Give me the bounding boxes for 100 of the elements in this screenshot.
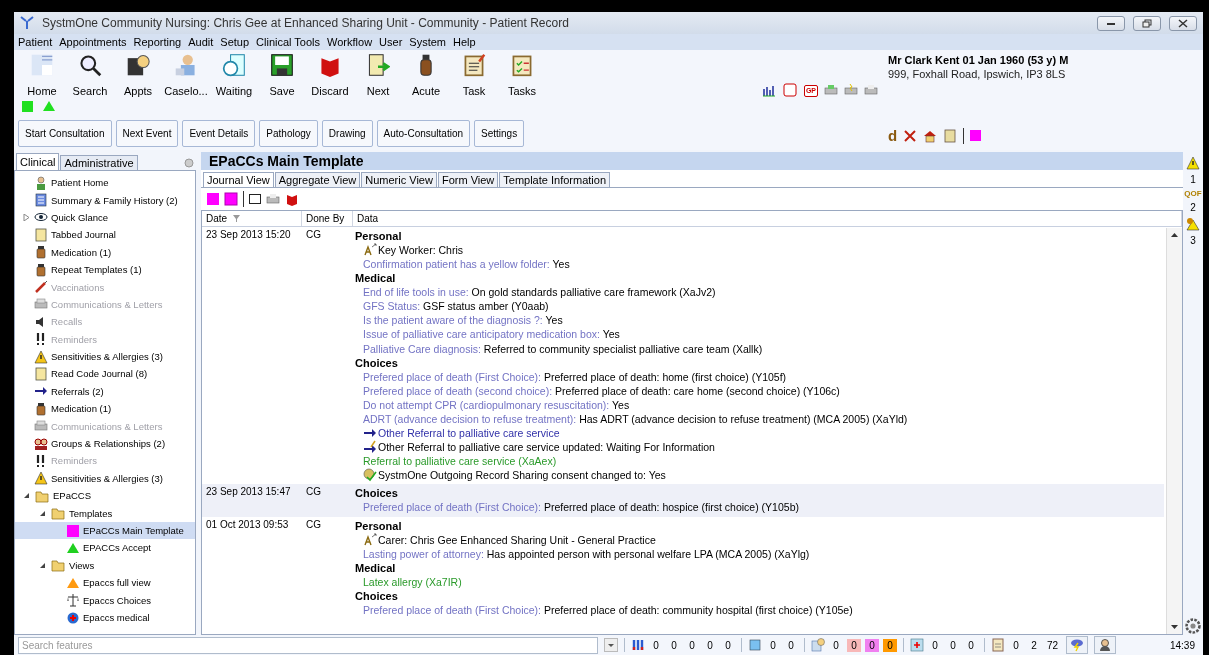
collapse-arrow-icon[interactable] [22, 492, 30, 500]
operator-button[interactable] [1094, 636, 1117, 654]
toolbar-button[interactable]: Caselo... [162, 53, 210, 97]
menu-item[interactable]: Reporting [133, 36, 182, 48]
close-button[interactable] [1169, 15, 1197, 31]
tree-item[interactable]: Medication (1) [15, 243, 195, 261]
filter-icon[interactable] [233, 215, 241, 222]
book-icon[interactable] [285, 192, 299, 206]
section-heading: Choices [355, 355, 399, 370]
tree-item[interactable]: EPaCCs Main Template [15, 521, 195, 540]
clipboard-icon[interactable] [781, 83, 798, 97]
view-tab[interactable]: Form View [437, 172, 499, 187]
tree-item[interactable]: Quick Glance [15, 208, 195, 227]
sidebar-tab[interactable]: Clinical [16, 153, 60, 170]
tree-item[interactable]: EPaCCS [15, 487, 195, 505]
clipboard-pencil-icon [462, 53, 486, 77]
action-button[interactable]: Event Details [182, 120, 256, 147]
column-header[interactable]: Data [353, 211, 1182, 226]
restore-button[interactable] [1133, 15, 1161, 31]
journal-entry-text: Prefered place of death (second choice): Preferred place of death: care home (second choice) (Y106c) [362, 383, 841, 398]
printer-icon [34, 419, 48, 434]
printer-icon[interactable] [266, 192, 280, 206]
action-button[interactable]: Next Event [115, 120, 179, 147]
counter: 0 [931, 638, 939, 652]
menu-item[interactable]: Audit [188, 36, 214, 48]
tree-item[interactable]: Epaccs full view [15, 574, 195, 592]
crossed-tools-icon[interactable] [903, 128, 918, 143]
action-button[interactable]: Start Consultation [18, 120, 112, 147]
scroll-up-icon[interactable] [1171, 232, 1178, 237]
collapse-arrow-icon[interactable] [38, 561, 46, 569]
scanner-icon [748, 638, 762, 652]
tree-item[interactable]: Groups & Relationships (2) [15, 434, 195, 453]
menu-item[interactable]: Clinical Tools [256, 36, 321, 48]
scrollbar[interactable] [1166, 228, 1182, 634]
toolbar-button[interactable]: Task [450, 53, 498, 97]
sidebar-tab[interactable]: Administrative [60, 155, 138, 170]
tree-item[interactable]: Referrals (2) [15, 382, 195, 401]
view-tab[interactable]: Numeric View [361, 172, 437, 187]
done-by-cell-text: CG [305, 229, 322, 240]
tree-item[interactable]: Read Code Journal (8) [15, 365, 195, 383]
view-tab[interactable]: Journal View [203, 172, 274, 187]
column-header[interactable]: Done By [302, 211, 353, 226]
counter: 0 [967, 638, 975, 652]
toolbar-button[interactable]: Appts [114, 53, 162, 97]
expand-arrow-icon[interactable] [22, 213, 30, 221]
tree-item[interactable]: Repeat Templates (1) [15, 260, 195, 279]
tree-item[interactable]: Tabbed Journal [15, 226, 195, 244]
toolbar-button[interactable]: Discard [306, 53, 354, 97]
tree-item[interactable]: Sensitivities & Allergies (3) [15, 347, 195, 366]
tree-item[interactable]: Views [15, 556, 195, 574]
menu-item[interactable]: System [409, 36, 446, 48]
tree-item[interactable]: Medication (1) [15, 400, 195, 418]
tree-item[interactable]: Templates [15, 504, 195, 522]
journal-row[interactable]: 23 Sep 2013 15:47 CG Choices Prefered place of death (First Choice): Preferred place of death: hospice (first choice) (Y105b) [202, 484, 1164, 517]
scroll-down-icon[interactable] [1171, 625, 1178, 630]
tree-item[interactable]: Sensitivities & Allergies (3) [15, 469, 195, 488]
menu-item[interactable]: Appointments [59, 36, 127, 48]
menu-item[interactable]: Patient [18, 36, 53, 48]
menu-item[interactable]: Workflow [327, 36, 373, 48]
toolbar-button[interactable]: Tasks [498, 53, 546, 97]
tree-item[interactable]: Epaccs Choices [15, 591, 195, 609]
toolbar-button[interactable]: Search [66, 53, 114, 97]
lightning-icon [1070, 638, 1085, 652]
toolbar-button[interactable]: Acute [402, 53, 450, 97]
restore-icon [1142, 18, 1152, 28]
toolbar-button[interactable]: Next [354, 53, 402, 97]
menu-item[interactable]: Help [453, 36, 476, 48]
tree-item[interactable]: Patient Home [15, 174, 195, 192]
toolbar-button[interactable]: Save [258, 53, 306, 97]
view-tab[interactable]: Template Information [499, 172, 610, 187]
journal-entry-text: Is the patient aware of the diagnosis ?: Yes [362, 313, 564, 328]
document-icon [34, 227, 48, 242]
square-icon[interactable] [970, 130, 982, 141]
action-button[interactable]: Auto-Consultation [376, 120, 470, 147]
letter-icon[interactable]: d [888, 127, 898, 144]
action-button[interactable]: Pathology [259, 120, 318, 147]
collapse-arrow-icon[interactable] [38, 509, 46, 517]
menu-item[interactable]: Setup [220, 36, 250, 48]
empty-square-icon[interactable] [249, 194, 261, 204]
search-field[interactable]: Search features [18, 636, 598, 654]
tree-item[interactable]: EPACCs Accept [15, 539, 195, 557]
counter: 0 [865, 638, 879, 652]
minimize-button[interactable] [1097, 15, 1125, 31]
action-button[interactable]: Settings [474, 120, 525, 147]
pin-icon[interactable] [182, 156, 196, 170]
settings-icon[interactable] [1184, 617, 1202, 635]
action-button[interactable]: Drawing [321, 120, 373, 147]
column-header[interactable]: Date [202, 211, 302, 226]
tree-item[interactable]: Summary & Family History (2) [15, 191, 195, 209]
house-icon[interactable] [923, 128, 938, 143]
toolbar-button[interactable]: Home [18, 53, 66, 97]
tree-item[interactable]: Epaccs medical [15, 608, 195, 627]
menu-item[interactable]: User [379, 36, 403, 48]
allergy-warning-icon [1186, 217, 1200, 231]
toolbar-button[interactable]: Waiting [210, 53, 258, 97]
view-tab[interactable]: Aggregate View [274, 172, 361, 187]
bar-chart-icon[interactable] [761, 83, 776, 97]
document-icon [34, 367, 48, 381]
lightning-button[interactable] [1066, 636, 1089, 654]
journal-entry-text: Carer: Chris Gee Enhanced Sharing Unit - General Practice [378, 532, 656, 547]
